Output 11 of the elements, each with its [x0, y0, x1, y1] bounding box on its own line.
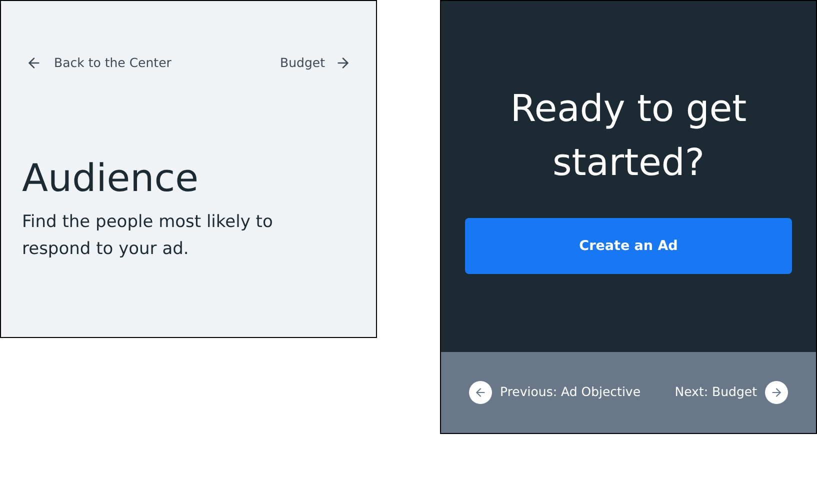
section-description: Find the people most likely to respond to your ad. — [22, 210, 274, 261]
cta-heading: Ready to get started? — [509, 86, 748, 186]
section-title: Audience — [22, 154, 200, 201]
arrow-right-icon — [765, 381, 788, 404]
create-ad-button[interactable]: Create an Ad — [465, 218, 792, 274]
arrow-left-icon — [469, 381, 492, 404]
next-link[interactable]: Next: Budget — [674, 381, 788, 404]
arrow-right-icon — [335, 55, 351, 72]
next-link[interactable]: Budget — [280, 54, 351, 73]
previous-link[interactable]: Previous: Ad Objective — [469, 381, 641, 404]
back-link[interactable]: Back to the Center — [26, 54, 172, 73]
